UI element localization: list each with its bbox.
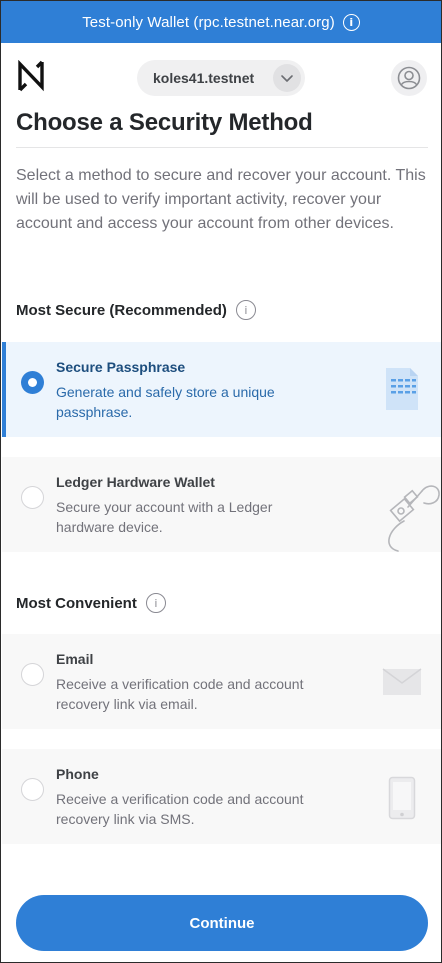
- option-ledger-hardware-wallet[interactable]: Ledger Hardware Wallet Secure your accou…: [2, 457, 441, 552]
- option-description: Receive a verification code and account …: [56, 791, 304, 827]
- radio-unselected[interactable]: [21, 663, 44, 686]
- option-title: Ledger Hardware Wallet: [56, 474, 215, 490]
- option-phone[interactable]: Phone Receive a verification code and ac…: [2, 749, 441, 844]
- page-title: Choose a Security Method: [16, 109, 313, 136]
- testnet-banner: Test-only Wallet (rpc.testnet.near.org) …: [1, 1, 441, 43]
- section-title: Most Convenient: [16, 594, 137, 612]
- user-profile-icon[interactable]: [391, 60, 427, 96]
- option-title: Phone: [56, 766, 99, 782]
- passphrase-document-icon: [386, 368, 418, 410]
- account-selector[interactable]: koles41.testnet: [137, 60, 305, 96]
- option-description: Generate and safely store a unique passp…: [56, 384, 275, 420]
- option-description: Receive a verification code and account …: [56, 676, 304, 712]
- banner-text: Test-only Wallet (rpc.testnet.near.org): [82, 13, 335, 31]
- option-description: Secure your account with a Ledger hardwa…: [56, 499, 273, 535]
- page-description: Select a method to secure and recover yo…: [16, 167, 426, 232]
- info-icon[interactable]: i: [342, 13, 360, 31]
- phone-icon: [388, 776, 416, 820]
- info-icon[interactable]: i: [145, 593, 166, 613]
- near-logo-icon[interactable]: [16, 60, 48, 92]
- radio-unselected[interactable]: [21, 486, 44, 509]
- ledger-device-icon: [388, 485, 440, 552]
- title-divider: [16, 147, 428, 148]
- section-title: Most Secure (Recommended): [16, 301, 227, 319]
- radio-unselected[interactable]: [21, 778, 44, 801]
- section-most-secure: Most Secure (Recommended) i: [16, 300, 256, 320]
- chevron-down-icon[interactable]: [273, 64, 301, 92]
- section-most-convenient: Most Convenient i: [16, 593, 166, 613]
- option-secure-passphrase[interactable]: Secure Passphrase Generate and safely st…: [2, 342, 441, 437]
- wallet-window: Test-only Wallet (rpc.testnet.near.org) …: [0, 0, 442, 963]
- envelope-icon: [382, 668, 422, 695]
- radio-selected[interactable]: [21, 371, 44, 394]
- continue-button[interactable]: Continue: [16, 895, 428, 951]
- account-name: koles41.testnet: [153, 70, 255, 86]
- option-email[interactable]: Email Receive a verification code and ac…: [2, 634, 441, 729]
- option-title: Email: [56, 651, 94, 667]
- option-title: Secure Passphrase: [56, 359, 186, 375]
- top-navigation: koles41.testnet: [1, 43, 441, 113]
- info-icon[interactable]: i: [235, 300, 256, 320]
